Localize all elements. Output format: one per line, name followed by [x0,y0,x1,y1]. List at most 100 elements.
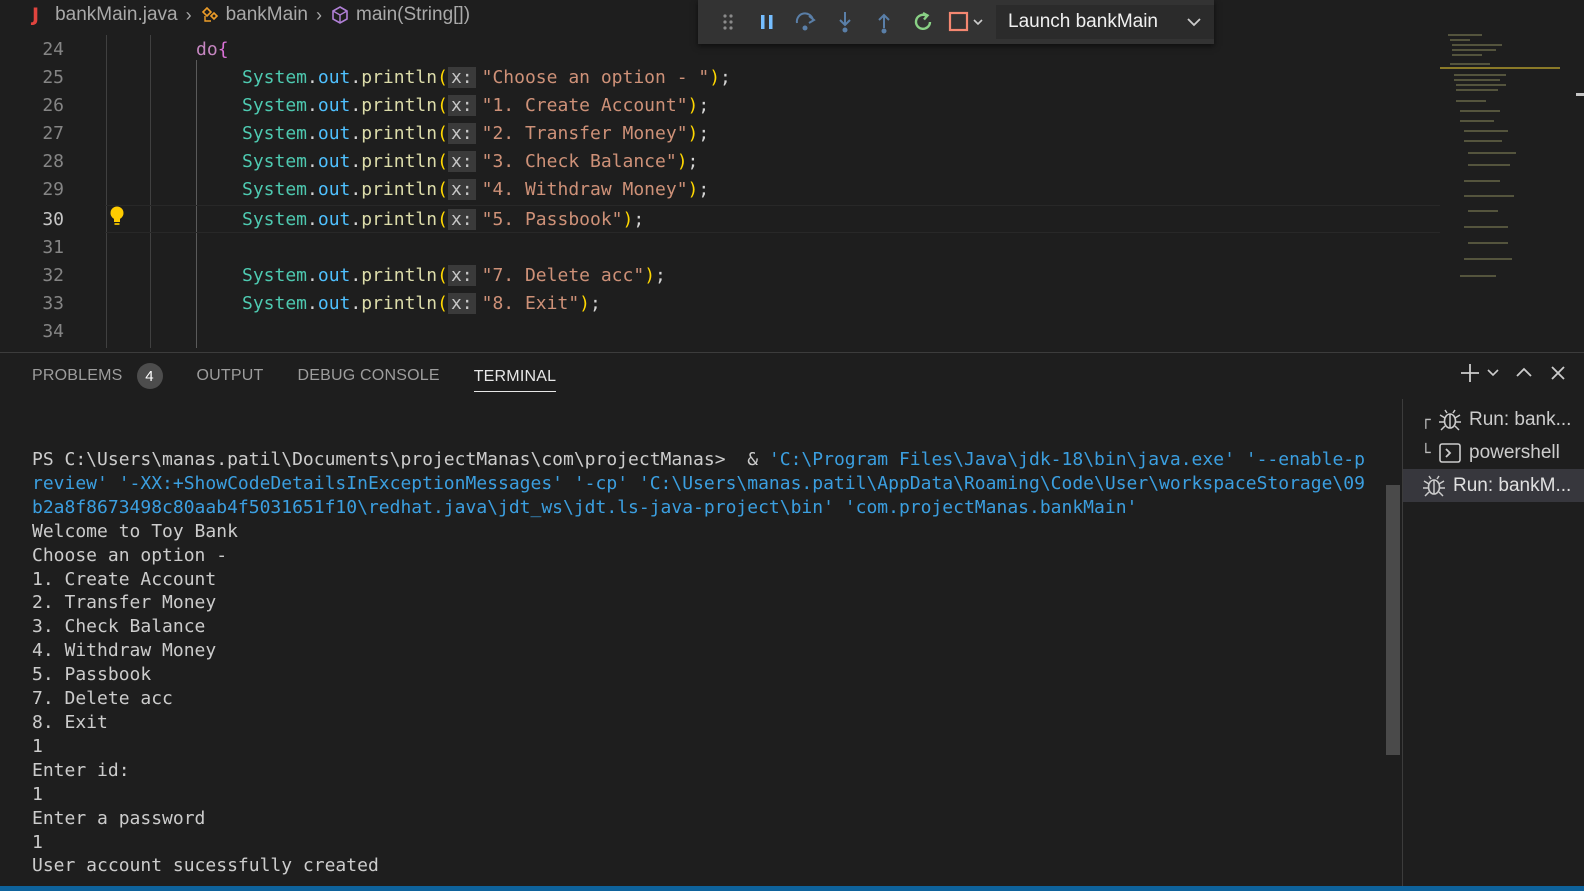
lightbulb-icon[interactable] [108,205,126,229]
inlay-hint: x: [447,178,476,200]
code-line: 31 [0,233,1440,261]
terminal-command: PS C:\Users\manas.patil\Documents\projec… [32,448,1392,472]
inlay-hint: x: [447,122,476,144]
code-text: System.out.println(x: "8. Exit"); [242,292,601,314]
line-number: 32 [42,264,64,286]
chevron-right-icon: › [185,4,192,25]
code-line: 26 System.out.println(x: "1. Create Accou… [0,91,1440,119]
code-editor[interactable]: 24 do{ 25 System.out.println(x: "Choose a… [0,35,1440,348]
editor-scrollbar[interactable] [1562,30,1584,348]
minimap[interactable] [1440,30,1562,348]
close-icon[interactable] [1548,363,1568,383]
pause-icon[interactable] [747,4,786,40]
field-token: out [317,292,351,314]
line-number: 28 [42,150,64,172]
terminal-list: ┌ Run: bank... └ powershell Run: bankM..… [1403,399,1584,502]
tab-label: OUTPUT [196,367,264,384]
terminal-line: 1 [32,831,43,853]
line-number: 33 [42,292,64,314]
code-text: do{ [196,39,229,60]
line-number: 30 [42,208,64,230]
step-out-icon[interactable] [864,4,903,40]
chevron-down-icon[interactable] [1486,368,1500,378]
terminal-icon [1439,442,1461,463]
code-line: 27 System.out.println(x: "2. Transfer Mon… [0,119,1440,147]
field-token: out [317,122,351,144]
terminal-command-text: 'C:\Program Files\Java\jdk-18\bin\java.e… [768,449,1365,470]
field-token: out [317,66,351,88]
code-text: System.out.println(x: "4. Withdraw Money"… [242,178,710,200]
terminal-line: Welcome to Toy Bank [32,520,238,542]
terminal-line: 1 [32,735,43,757]
code-text: System.out.println(x: "7. Delete acc"); [242,264,666,286]
terminal-item-powershell[interactable]: └ powershell [1403,436,1584,469]
class-icon [201,6,218,22]
brace: { [217,38,229,60]
maximize-panel-icon[interactable] [1514,363,1534,383]
breadcrumb-class[interactable]: bankMain [200,4,308,26]
breadcrumb-method[interactable]: main(String[]) [330,4,470,26]
method-token: println [361,178,438,200]
field-token: out [317,264,351,286]
field-token: out [317,94,351,116]
class-token: System [242,122,308,144]
string-token: "7. Delete acc" [481,264,645,286]
terminal-item-label: powershell [1469,441,1560,463]
tab-debug-console[interactable]: DEBUG CONSOLE [298,353,440,399]
method-icon [332,6,348,24]
restart-icon[interactable] [903,4,942,40]
step-into-icon[interactable] [825,4,864,40]
tab-terminal[interactable]: TERMINAL [473,362,557,392]
tree-connector: ┌ [1421,410,1431,429]
tab-output[interactable]: OUTPUT [197,353,264,399]
method-token: println [361,122,438,144]
method-token: println [361,264,438,286]
keyword: do [196,38,218,60]
stop-icon[interactable] [942,4,990,40]
tree-connector: └ [1421,443,1431,462]
terminal-item-label: Run: bankM... [1453,474,1572,496]
method-token: println [361,208,438,230]
breadcrumb-file-label: bankMain.java [55,4,178,25]
inlay-hint: x: [447,66,476,88]
breadcrumb-file[interactable]: J bankMain.java [32,4,178,26]
terminal-line: Enter a password [32,807,206,829]
inlay-hint: x: [447,292,476,314]
terminal-line: 4. Withdraw Money [32,640,217,662]
line-number: 26 [42,94,64,116]
drag-handle-icon[interactable] [708,4,747,40]
terminal-command-text: b2a8f8673498c80aab4f5031651f10\redhat.ja… [32,496,1138,518]
terminal-line: 1. Create Account [32,568,217,590]
code-line: 34 [0,317,1440,345]
inlay-hint: x: [447,264,476,286]
method-token: println [361,66,438,88]
terminal-line: User account sucessfully created [32,855,379,877]
new-terminal-button[interactable] [1458,361,1500,385]
inlay-hint: x: [447,208,476,230]
code-text: System.out.println(x: "3. Check Balance")… [242,150,699,172]
line-number: 34 [42,320,64,342]
chevron-right-icon: › [316,4,322,25]
inlay-hint: x: [447,94,476,116]
code-line: 28 System.out.println(x: "3. Check Balanc… [0,147,1440,175]
class-token: System [242,66,308,88]
method-token: println [361,94,438,116]
line-number: 24 [42,38,64,60]
terminal-prompt: PS C:\Users\manas.patil\Documents\projec… [32,449,769,470]
panel-tabs: PROBLEMS 4 OUTPUT DEBUG CONSOLE TERMINAL [0,353,1400,399]
class-token: System [242,292,308,314]
terminal-line: 1 [32,783,43,805]
step-over-icon[interactable] [786,4,825,40]
debug-toolbar: Launch bankMain [698,0,1214,44]
terminal-output[interactable]: PS C:\Users\manas.patil\Documents\projec… [32,448,1392,878]
launch-config-select[interactable]: Launch bankMain [996,5,1214,39]
tab-label: PROBLEMS [32,367,123,384]
terminal-item-label: Run: bank... [1469,408,1572,430]
line-number: 29 [42,178,64,200]
terminal-line: 8. Exit [32,711,108,733]
terminal-scrollbar[interactable] [1386,485,1400,755]
tab-problems[interactable]: PROBLEMS 4 [32,353,163,399]
terminal-item-run-bank[interactable]: ┌ Run: bank... [1403,403,1584,436]
terminal-item-run-bankmain[interactable]: Run: bankM... [1403,469,1584,502]
field-token: out [317,150,351,172]
